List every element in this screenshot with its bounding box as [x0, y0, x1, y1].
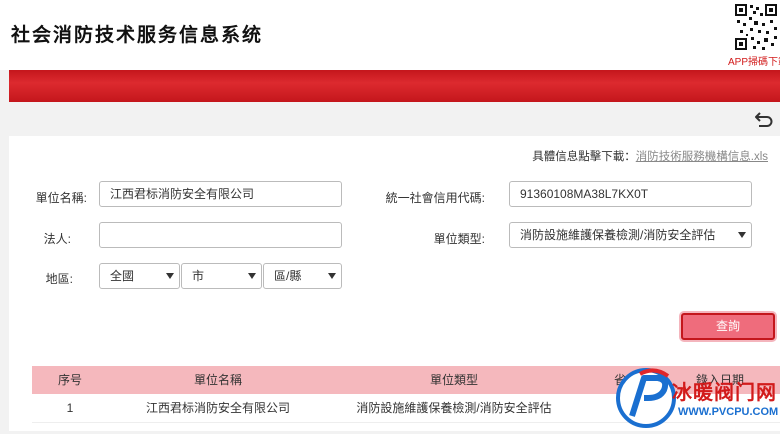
- legal-person-label: 法人:: [43, 232, 71, 246]
- row-unit-type: 消防設施維護保養檢測/消防安全評估: [356, 401, 552, 415]
- region-province-value: 全國: [110, 269, 135, 283]
- column-header-index: 序号: [57, 373, 82, 387]
- region-city-value: 市: [192, 269, 205, 283]
- column-header-unit-type: 單位類型: [429, 373, 478, 387]
- chevron-down-icon: [738, 232, 746, 238]
- chevron-down-icon: [248, 273, 256, 279]
- query-button[interactable]: 查詢: [681, 313, 775, 340]
- unit-type-select[interactable]: 消防設施維護保養檢測/消防安全評估: [509, 222, 752, 248]
- region-district-select[interactable]: 區/縣: [263, 263, 342, 289]
- column-header-unit-name: 單位名稱: [193, 373, 242, 387]
- system-title: 社会消防技术服务信息系统: [11, 24, 264, 46]
- region-district-value: 區/縣: [274, 269, 302, 283]
- region-label: 地區:: [45, 272, 73, 286]
- unit-name-field[interactable]: 江西君标消防安全有限公司: [99, 181, 342, 207]
- app-qr-code-icon[interactable]: [734, 3, 778, 51]
- chevron-down-icon: [328, 273, 336, 279]
- unit-type-value: 消防設施維護保養檢測/消防安全評估: [520, 228, 716, 242]
- back-icon[interactable]: [754, 110, 774, 128]
- unit-type-label: 單位類型:: [433, 232, 485, 246]
- row-index: 1: [66, 401, 74, 415]
- nav-bar: [9, 70, 780, 102]
- download-row: 具體信息點擊下載：消防技術服務機構信息.xls: [532, 148, 768, 164]
- credit-code-label: 統一社會信用代碼:: [385, 191, 485, 205]
- watermark-url: WWW.PVCPU.COM: [678, 406, 779, 418]
- header: 社会消防技术服务信息系统 APP掃碼下載: [0, 0, 780, 70]
- credit-code-field[interactable]: 91360108MA38L7KX0T: [509, 181, 752, 207]
- download-prompt: 具體信息點擊下載：: [532, 151, 636, 163]
- region-city-select[interactable]: 市: [181, 263, 262, 289]
- unit-name-label: 單位名稱:: [35, 191, 87, 205]
- download-link[interactable]: 消防技術服務機構信息.xls: [636, 151, 768, 163]
- chevron-down-icon: [166, 273, 174, 279]
- watermark-title: 冰暖阀门网: [672, 382, 777, 404]
- site-watermark: 冰暖阀门网 WWW.PVCPU.COM: [610, 360, 780, 431]
- legal-person-field[interactable]: [99, 222, 342, 248]
- row-unit-name: 江西君标消防安全有限公司: [145, 401, 290, 415]
- app-download-label: APP掃碼下載: [728, 57, 780, 68]
- region-province-select[interactable]: 全國: [99, 263, 180, 289]
